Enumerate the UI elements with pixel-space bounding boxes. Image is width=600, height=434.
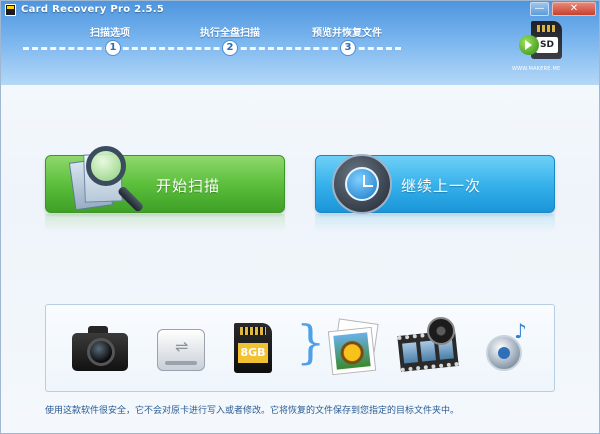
minimize-button[interactable]: —: [530, 2, 549, 16]
continue-last-button[interactable]: 继续上一次: [315, 154, 555, 214]
start-scan-button[interactable]: 开始扫描: [45, 146, 285, 213]
green-arrow-icon: [519, 35, 539, 55]
camera-icon: [70, 317, 132, 379]
brace-divider-icon: }: [296, 315, 326, 369]
usb-drive-icon: ⇌: [151, 317, 213, 379]
supported-media-panel: ⇌ 8GB } ♪: [45, 304, 555, 392]
step-2-indicator: 2: [222, 40, 238, 56]
start-button-reflection: [45, 214, 285, 232]
sd-card-logo: SD: [519, 19, 571, 69]
continue-last-label: 继续上一次: [401, 177, 482, 195]
photo-icon: [324, 317, 386, 379]
video-film-icon: [397, 317, 459, 379]
memory-card-icon: 8GB: [226, 317, 288, 379]
site-url: WWW.MAKERE.ME: [512, 66, 561, 72]
history-clock-icon: [332, 154, 392, 214]
app-icon: [5, 4, 16, 16]
step-1-indicator: 1: [105, 40, 121, 56]
continue-button-reflection: [315, 214, 555, 232]
audio-speaker-icon: ♪: [480, 317, 542, 379]
safety-notice: 使用这款软件很安全，它不会对原卡进行写入或者修改。它将恢复的文件保存到您指定的目…: [45, 406, 460, 416]
sd-card-label: SD: [536, 37, 558, 53]
step-1-label: 扫描选项: [90, 28, 130, 39]
start-scan-label: 开始扫描: [156, 177, 221, 195]
app-window: Card Recovery Pro 2.5.5 — ✕ 扫描选项 1 执行全盘扫…: [0, 0, 600, 434]
memory-card-capacity: 8GB: [238, 343, 268, 363]
header-banner: Card Recovery Pro 2.5.5 — ✕ 扫描选项 1 执行全盘扫…: [1, 1, 599, 85]
step-3-label: 预览并恢复文件: [312, 28, 382, 39]
window-title: Card Recovery Pro 2.5.5: [21, 4, 165, 15]
step-2-label: 执行全盘扫描: [200, 28, 260, 39]
close-button[interactable]: ✕: [552, 2, 596, 16]
step-3-indicator: 3: [340, 40, 356, 56]
